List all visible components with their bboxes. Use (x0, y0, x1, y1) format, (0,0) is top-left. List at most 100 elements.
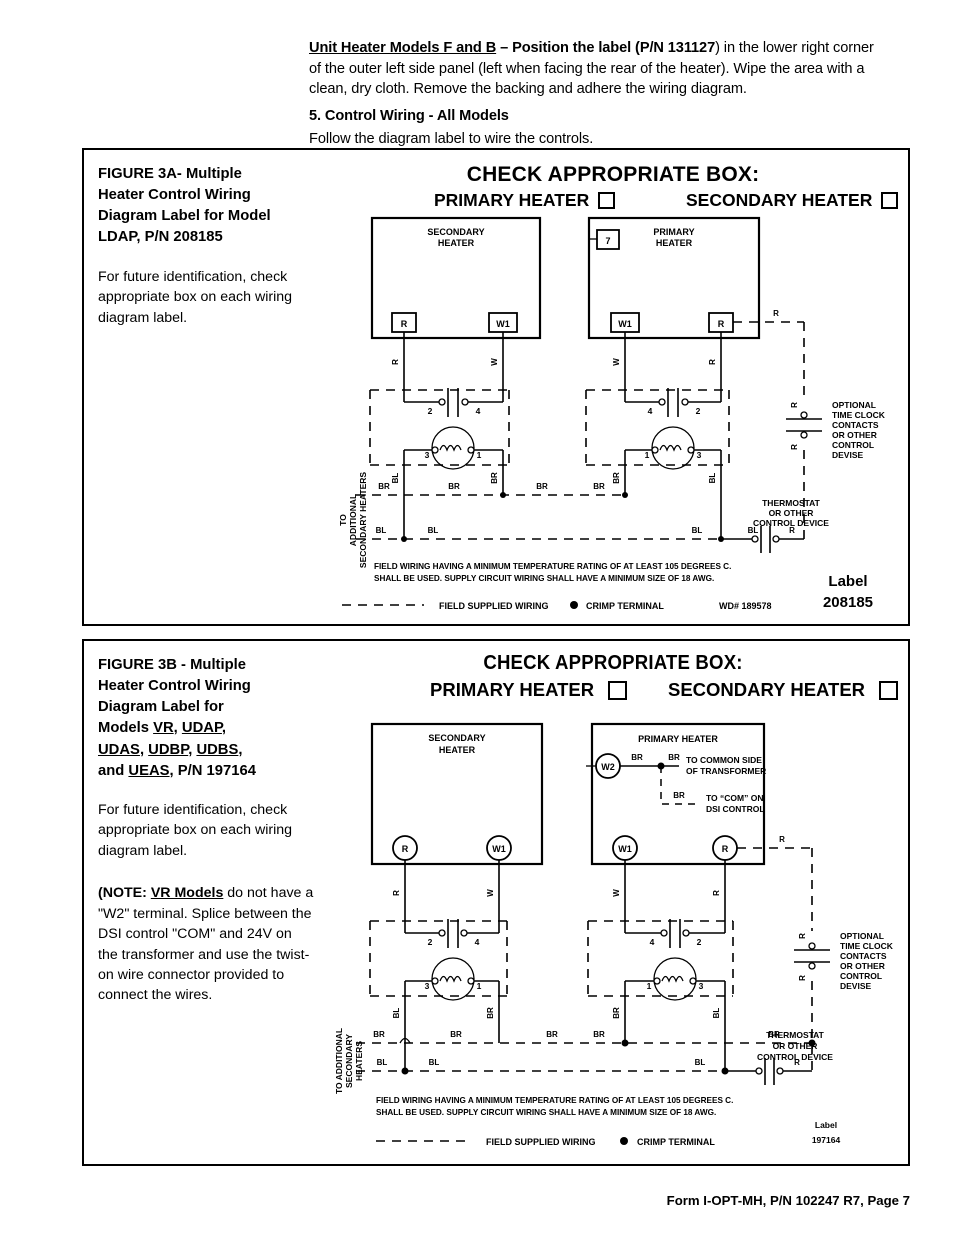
figure-3b-wiring-schematic: SECONDARY HEATER R W1 PRIMARY HEATER W2 … (334, 722, 894, 1147)
figure-3b-secondary-box-line2: HEATER (439, 745, 476, 755)
figure-3a-label-word: Label (828, 573, 867, 590)
figure-3a-right-contact-node-4 (658, 398, 666, 406)
figure-3a-primary-box-line2: HEATER (656, 238, 693, 248)
intro-text-block: Unit Heater Models F and B – Position th… (309, 38, 885, 150)
figure-3a-right-coil-node-1 (651, 446, 659, 454)
figure-3a-bl-label-2: BL (428, 526, 439, 535)
figure-3b-secondary-box-line1: SECONDARY (428, 733, 485, 743)
figure-3b-vertical-note-line3: HEATERS (354, 1041, 364, 1081)
figure-3a-right-contact-node-2 (681, 398, 689, 406)
figure-3a-left-coil-num-1: 1 (477, 450, 482, 460)
figure-3b-title-and: and (98, 762, 129, 779)
figure-3b-title-line3: Diagram Label for (98, 699, 224, 716)
figure-3b-timeclock-wire-r-top: R (798, 933, 807, 939)
figure-3a-secondary-box-line2: HEATER (438, 238, 475, 248)
intro-paragraph: Unit Heater Models F and B – Position th… (309, 38, 885, 100)
figure-3a-vertical-note-line1: TO (338, 514, 348, 526)
figure-3b-bl-crimp-1 (401, 1067, 409, 1075)
figure-3b-label-number: 197164 (812, 1135, 841, 1145)
figure-3b-panel: FIGURE 3B - Multiple Heater Control Wiri… (82, 639, 910, 1166)
figure-3b-transformer-line2: OF TRANSFORMER (686, 766, 766, 776)
step-5-body: Follow the diagram label to wire the con… (309, 130, 594, 147)
model-udbp: UDBP (148, 741, 189, 758)
figure-3b-left-coil-num-1: 1 (477, 981, 482, 991)
figure-3a-right-coil-node-3 (687, 446, 695, 454)
figure-3a-label-number: 208185 (823, 594, 873, 611)
figure-3b-optional-line5: CONTROL (840, 971, 882, 981)
figure-3a-br-label-4: BR (593, 482, 605, 491)
figure-3a-br-label-3: BR (536, 482, 548, 491)
figure-3a-thermostat-line1: THERMOSTAT (762, 498, 821, 508)
figure-3b-thermostat-line1: THERMOSTAT (766, 1030, 825, 1040)
figure-3a-br-label-2: BR (448, 482, 460, 491)
figure-3b-note: (NOTE: VR Models do not have a "W2" term… (98, 883, 314, 1006)
figure-3b-br-label-4: BR (593, 1030, 605, 1039)
figure-3b-left-contact-num-4: 4 (475, 937, 480, 947)
figure-3a-bl-label-3: BL (692, 526, 703, 535)
figure-3a-title-line2: Heater Control Wiring (98, 187, 251, 204)
figure-3a-pri-terminal-w1: W1 (618, 319, 632, 329)
figure-3a-vertical-note-line2: ADDITIONAL (348, 494, 358, 546)
figure-3b-br-crimp-1 (621, 1039, 629, 1047)
figure-3a-pri-terminal-r: R (718, 319, 725, 329)
figure-3b-title-line2: Heater Control Wiring (98, 678, 251, 695)
figure-3b-dsi-line1: TO “COM” ON (706, 793, 763, 803)
figure-3b-vertical-note-line1: TO ADDITIONAL (334, 1028, 344, 1094)
figure-3a-legend-crimp-dot (570, 601, 578, 609)
figure-3b-title-models-prefix: Models (98, 720, 154, 737)
figure-3a-left-contact-num-4: 4 (476, 406, 481, 416)
figure-3a-timeclock-wire-r-bottom: R (790, 444, 799, 450)
figure-3a-timeclock-node-bottom (800, 431, 808, 439)
figure-3a-right-wire-br: BR (612, 472, 621, 484)
figure-3b-transformer-line1: TO COMMON SIDE (686, 755, 762, 765)
figure-3a-right-coil-num-3: 3 (697, 450, 702, 460)
figure-3a-thermostat-line3: CONTROL DEVICE (753, 518, 829, 528)
figure-3b-dsi-line2: DSI CONTROL (706, 804, 765, 814)
figure-3b-timeclock-node-top (808, 942, 816, 950)
figure-3a-title-line4: LDAP, P/N 208185 (98, 229, 223, 246)
figure-3b-optional-line6: DEVISE (840, 981, 872, 991)
figure-3b-note-line2: SHALL BE USED. SUPPLY CIRCUIT WIRING SHA… (376, 1108, 716, 1117)
figure-3b-diagram: CHECK APPROPRIATE BOX: PRIMARY HEATER SE… (334, 641, 908, 1164)
figure-3a-optional-line3: CONTACTS (832, 420, 879, 430)
figure-3b-wire-label-r-feed: R (779, 835, 785, 844)
figure-3a-left-contact-node-2 (438, 398, 446, 406)
figure-3b-left-wire-bl: BL (392, 1008, 401, 1019)
figure-3a-sec-terminal-w1: W1 (496, 319, 510, 329)
figure-3b-legend-crimp-dot (620, 1137, 628, 1145)
figure-3a-optional-line2: TIME CLOCK (832, 410, 886, 420)
figure-3a-right-coil-num-1: 1 (645, 450, 650, 460)
figure-3a-left-coil-num-3: 3 (425, 450, 430, 460)
figure-3b-optional-line3: CONTACTS (840, 951, 887, 961)
figure-3b-right-coil-num-1: 1 (647, 981, 652, 991)
model-ueas: UEAS (128, 762, 170, 779)
figure-3a-title-line1: FIGURE 3A- Multiple (98, 166, 242, 182)
figure-3a-right-wire-w: W (612, 358, 621, 366)
figure-3b-optional-line1: OPTIONAL (840, 931, 884, 941)
figure-3a-right-contact-num-2: 2 (696, 406, 701, 416)
figure-3a-br-label-1: BR (378, 482, 390, 491)
figure-3a-left-contact-num-2: 2 (428, 406, 433, 416)
step-5-heading: 5. Control Wiring - All Models (309, 108, 509, 125)
figure-3a-pri-terminal-7: 7 (605, 236, 610, 246)
figure-3b-vertical-note-line2: SECONDARY (344, 1034, 354, 1088)
figure-3a-bl-label-1: BL (376, 526, 387, 535)
figure-3b-note-lead: (NOTE: (98, 885, 151, 902)
figure-3a-vertical-note-line3: SECONDARY HEATERS (358, 472, 368, 569)
figure-3b-right-contact-num-2: 2 (697, 937, 702, 947)
figure-3b-bl-label-3: BL (695, 1058, 706, 1067)
figure-3b-bl-label-2: BL (429, 1058, 440, 1067)
figure-3b-left-wire-w: W (486, 889, 495, 897)
figure-3b-left-contact-node-4 (460, 929, 468, 937)
figure-3b-optional-line4: OR OTHER (840, 961, 885, 971)
figure-3a-left-wire-bl: BL (391, 473, 400, 484)
figure-3a-wd-number: WD# 189578 (719, 601, 772, 611)
figure-3a-br-crimp-1 (500, 492, 506, 498)
figure-3b-right-wire-w: W (612, 889, 621, 897)
model-udas: UDAS (98, 741, 140, 758)
figure-3b-note-body: do not have a "W2" terminal. Splice betw… (98, 885, 314, 1004)
figure-3b-left-coil-num-3: 3 (425, 981, 430, 991)
figure-3b-right-wire-bl: BL (712, 1008, 721, 1019)
figure-3a-text-column: FIGURE 3A- Multiple Heater Control Wirin… (98, 164, 314, 328)
models-f-and-b-lead: Unit Heater Models F and B (309, 40, 497, 56)
